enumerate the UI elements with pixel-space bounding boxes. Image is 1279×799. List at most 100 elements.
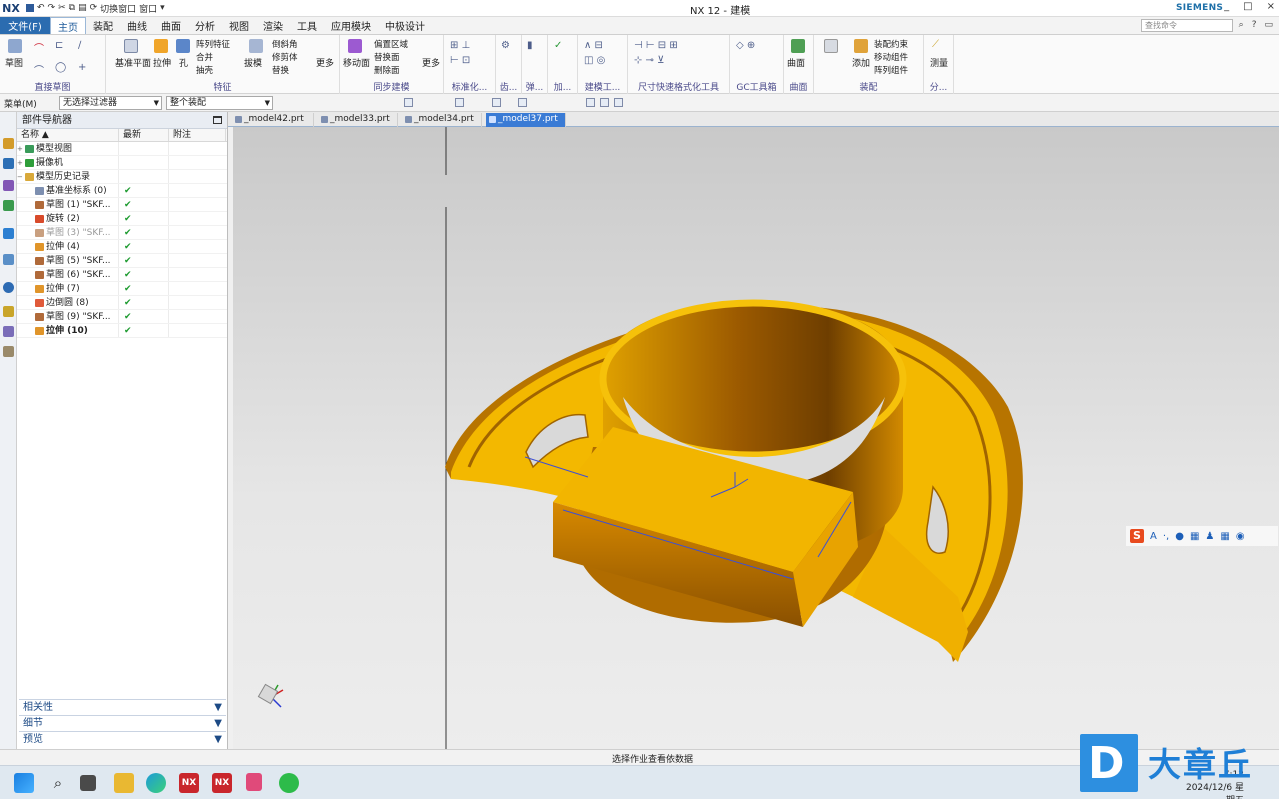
tree-row[interactable]: 草图 (6) "SKF... ✔	[17, 268, 227, 282]
tree-row[interactable]: 草图 (5) "SKF... ✔	[17, 254, 227, 268]
add-component-icon[interactable]	[854, 39, 868, 53]
tab-analysis[interactable]: 分析	[188, 17, 222, 34]
dimension-icon[interactable]: ⊹ ⊸ ⊻	[634, 55, 664, 66]
expand-icon[interactable]: +	[17, 142, 25, 155]
tab-surface[interactable]: 曲面	[154, 17, 188, 34]
circle-icon[interactable]: ◯	[55, 62, 66, 73]
tool-icon[interactable]: ◫ ◎	[584, 55, 605, 66]
tree-row[interactable]: 草图 (3) "SKF... ✔	[17, 226, 227, 240]
system-scenes-icon[interactable]	[3, 346, 14, 357]
profile-icon[interactable]: ⌒	[34, 40, 44, 55]
view-toggle[interactable]	[600, 98, 609, 107]
details-section[interactable]: 细节 ▼	[19, 715, 226, 730]
tab-applications[interactable]: 应用模块	[324, 17, 378, 34]
ime-punct-icon[interactable]: ·,	[1163, 531, 1169, 542]
nx-logo[interactable]: NX	[0, 0, 22, 17]
tree-row[interactable]: 草图 (9) "SKF... ✔	[17, 310, 227, 324]
add-icon[interactable]: ✓	[554, 40, 562, 51]
help-icon[interactable]: ?	[1252, 20, 1257, 30]
keyboard-icon[interactable]: ▦	[1190, 531, 1199, 542]
column-name[interactable]: 名称 ▲	[17, 129, 119, 141]
undo-icon[interactable]: ↶	[37, 3, 45, 13]
draft-button[interactable]: 拔模	[244, 56, 262, 69]
snap-toggle[interactable]	[404, 98, 413, 107]
restore-ribbon-icon[interactable]: ▭	[1264, 20, 1273, 30]
pattern-component-button[interactable]: 阵列组件	[874, 64, 908, 76]
sync-more-button[interactable]: 更多	[422, 56, 440, 69]
command-search-input[interactable]: 查找命令	[1141, 19, 1233, 32]
preview-section[interactable]: 预览 ▼	[19, 731, 226, 746]
file-explorer-icon[interactable]	[114, 773, 134, 793]
web-browser-icon[interactable]	[3, 228, 14, 239]
view-toggle[interactable]	[586, 98, 595, 107]
move-face-icon[interactable]	[348, 39, 362, 53]
dimension-icon[interactable]: ⊣ ⊢ ⊟ ⊞	[634, 40, 678, 51]
tool-icon[interactable]: ∧ ⊟	[584, 40, 603, 51]
move-component-button[interactable]: 移动组件	[874, 51, 908, 63]
history-icon[interactable]	[3, 254, 14, 265]
gc-tool-icon[interactable]: ◇ ⊕	[736, 40, 755, 51]
tree-row[interactable]: 草图 (1) "SKF... ✔	[17, 198, 227, 212]
wechat-icon[interactable]	[279, 773, 299, 793]
datum-plane-icon[interactable]	[124, 39, 138, 53]
close-button[interactable]: ×	[1267, 1, 1275, 12]
tree-row[interactable]: + 摄像机	[17, 156, 227, 170]
part-navigator-icon[interactable]	[3, 180, 14, 191]
surface-button[interactable]: 曲面	[787, 56, 805, 69]
offset-region-button[interactable]: 偏置区域	[374, 38, 408, 50]
snap-toggle[interactable]	[518, 98, 527, 107]
snap-toggle[interactable]	[492, 98, 501, 107]
tool-icon[interactable]: ⊞ ⊥	[450, 40, 470, 51]
maximize-button[interactable]: □	[1243, 1, 1252, 12]
paste-icon[interactable]: ▤	[78, 3, 87, 13]
save-icon[interactable]	[26, 4, 34, 12]
minimize-button[interactable]: _	[1224, 1, 1229, 12]
roles-icon[interactable]	[3, 326, 14, 337]
microphone-icon[interactable]: ●	[1175, 531, 1184, 542]
rectangle-icon[interactable]: ⊏	[55, 40, 63, 51]
column-notes[interactable]: 附注	[169, 129, 226, 141]
column-latest[interactable]: 最新	[119, 129, 169, 141]
surface-icon[interactable]	[791, 39, 805, 53]
tab-view[interactable]: 视图	[222, 17, 256, 34]
toolbox-icon[interactable]: ▦	[1220, 531, 1229, 542]
doc-tab-active[interactable]: _model37.prt ×	[486, 113, 566, 137]
tool-icon[interactable]: ⊢ ⊡	[450, 55, 470, 66]
assembly-icon[interactable]	[824, 39, 838, 53]
windows-start-icon[interactable]	[14, 773, 34, 793]
skin-icon[interactable]: ♟	[1205, 531, 1214, 542]
settings-icon[interactable]: ◉	[1236, 531, 1245, 542]
sketch-button[interactable]: 草图	[5, 56, 23, 69]
tab-home[interactable]: 主页	[50, 17, 86, 34]
add-component-button[interactable]: 添加	[852, 56, 870, 69]
redo-icon[interactable]: ↷	[48, 3, 56, 13]
maximize-icon[interactable]	[213, 116, 222, 124]
unite-button[interactable]: 合并	[196, 51, 213, 63]
extrude-icon[interactable]	[154, 39, 168, 53]
sketch-icon[interactable]	[8, 39, 22, 53]
file-menu[interactable]: 文件(F)	[0, 17, 50, 34]
assembly-navigator-icon[interactable]	[3, 138, 14, 149]
reuse-library-icon[interactable]	[3, 200, 14, 211]
tree-row[interactable]: 拉伸 (10) ✔	[17, 324, 227, 338]
part-model[interactable]	[233, 127, 1279, 749]
graphics-window[interactable]	[233, 127, 1279, 749]
feature-more-button[interactable]: 更多	[316, 56, 334, 69]
trim-body-button[interactable]: 修剪体	[272, 51, 298, 63]
shell-button[interactable]: 抽壳	[196, 64, 213, 76]
dependencies-section[interactable]: 相关性 ▼	[19, 699, 226, 714]
replace-face-button[interactable]: 替换面	[374, 51, 400, 63]
delete-face-button[interactable]: 删除面	[374, 64, 400, 76]
search-icon[interactable]: ⌕	[1239, 20, 1244, 30]
measure-button[interactable]: 测量	[930, 56, 948, 69]
selection-scope-dropdown[interactable]: 整个装配 ▼	[166, 96, 273, 110]
tab-render[interactable]: 渲染	[256, 17, 290, 34]
clock-icon[interactable]	[3, 282, 14, 293]
snap-toggle[interactable]	[455, 98, 464, 107]
cut-icon[interactable]: ✂	[58, 3, 66, 13]
hole-icon[interactable]	[176, 39, 190, 53]
hole-button[interactable]: 孔	[179, 56, 188, 69]
spring-icon[interactable]: ▮	[527, 40, 533, 51]
search-icon[interactable]: ⌕	[48, 773, 68, 793]
edge-browser-icon[interactable]	[146, 773, 166, 793]
